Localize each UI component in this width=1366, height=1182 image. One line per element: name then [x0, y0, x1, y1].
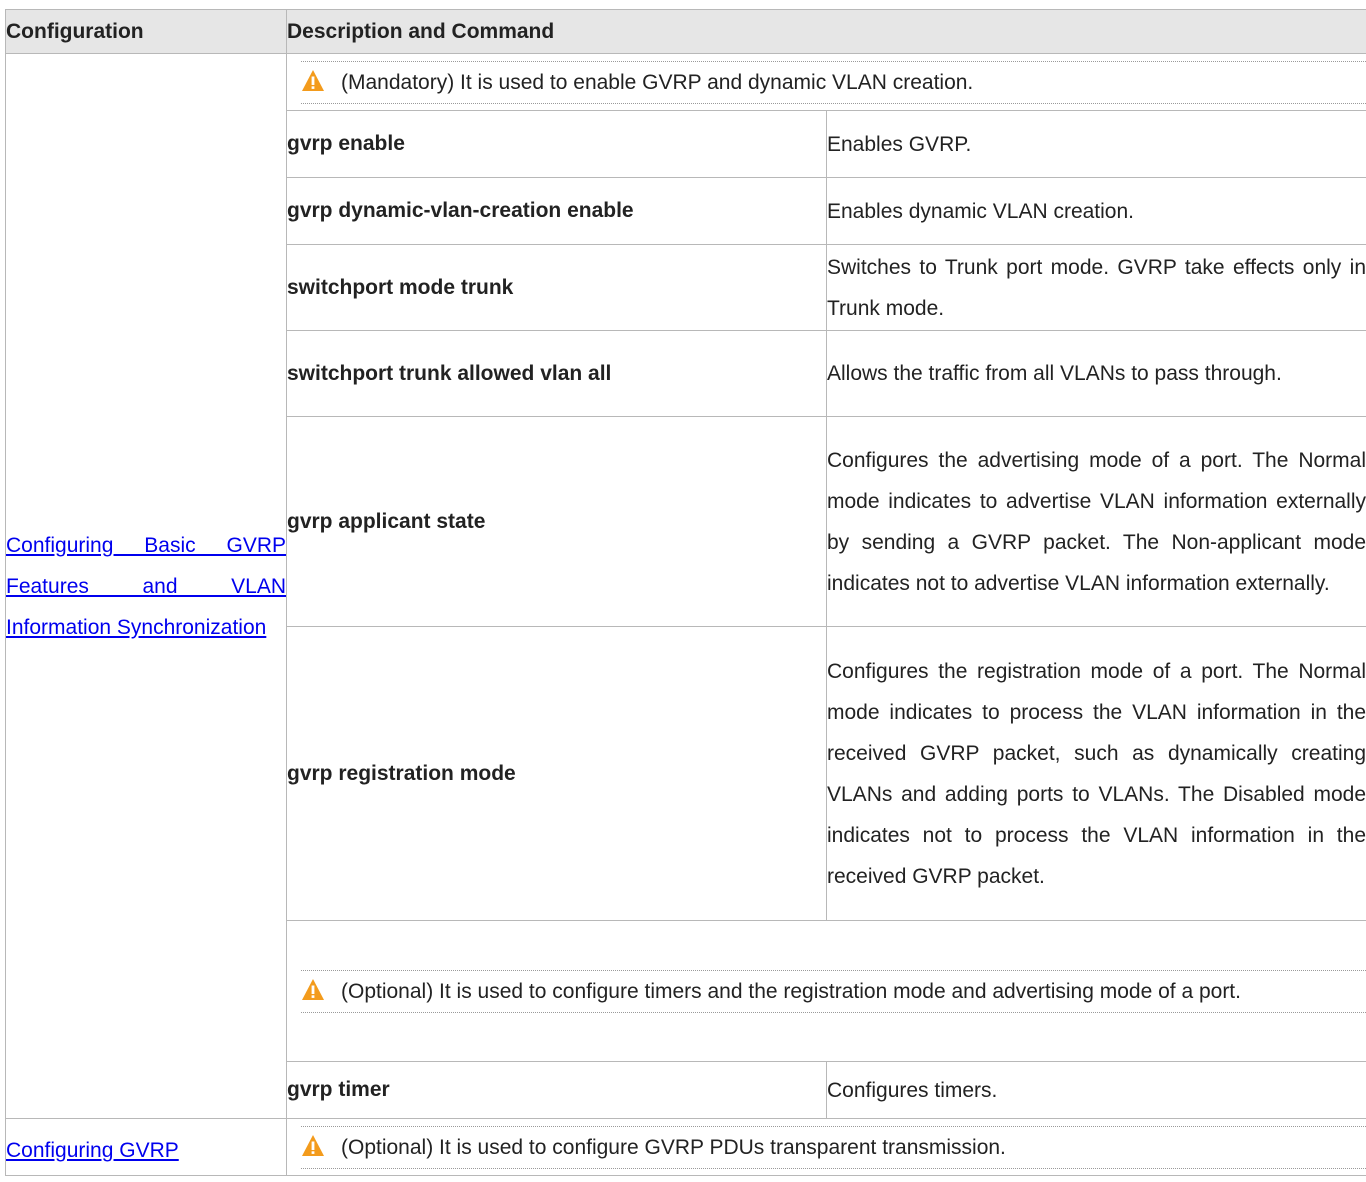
- warning-triangle-icon: [302, 70, 324, 91]
- optional-note-text: (Optional) It is used to configure timer…: [341, 980, 1241, 1003]
- mandatory-note: (Mandatory) It is used to enable GVRP an…: [301, 61, 1366, 104]
- pdu-optional-note-cell: (Optional) It is used to configure GVRP …: [285, 1118, 1366, 1176]
- link-configuring-basic-gvrp[interactable]: Configuring Basic GVRP Features and VLAN…: [6, 534, 286, 639]
- warning-triangle-icon: [302, 1135, 324, 1156]
- description-gvrp-registration-mode: Configures the registration mode of a po…: [825, 626, 1366, 921]
- description-switchport-trunk-allowed: Allows the traffic from all VLANs to pas…: [825, 330, 1366, 417]
- table-header-row: Configuration Description and Command: [5, 9, 1366, 54]
- header-description-and-command: Description and Command: [285, 9, 1366, 54]
- mandatory-note-cell: (Mandatory) It is used to enable GVRP an…: [285, 53, 1366, 111]
- config-cell-basic-gvrp: Configuring Basic GVRP Features and VLAN…: [5, 53, 287, 1119]
- link-configuring-gvrp[interactable]: Configuring GVRP: [6, 1139, 179, 1162]
- table-row: Configuring GVRP (Optional) It is used t…: [5, 1118, 1366, 1176]
- warning-triangle-icon: [302, 979, 324, 1000]
- description-switchport-mode-trunk: Switches to Trunk port mode. GVRP take e…: [825, 244, 1366, 331]
- optional-note-cell: (Optional) It is used to configure timer…: [285, 920, 1366, 1062]
- configuration-table: Configuration Description and Command Co…: [5, 9, 1366, 1176]
- header-configuration: Configuration: [5, 9, 287, 54]
- description-gvrp-applicant-state: Configures the advertising mode of a por…: [825, 416, 1366, 627]
- pdu-optional-note-text: (Optional) It is used to configure GVRP …: [341, 1136, 1006, 1159]
- command-gvrp-dynamic-vlan-creation: gvrp dynamic-vlan-creation enable: [286, 177, 827, 245]
- description-gvrp-dynamic-vlan-creation: Enables dynamic VLAN creation.: [825, 177, 1366, 245]
- description-gvrp-timer: Configures timers.: [825, 1061, 1366, 1119]
- description-gvrp-enable: Enables GVRP.: [825, 110, 1366, 178]
- mandatory-note-text: (Mandatory) It is used to enable GVRP an…: [341, 71, 974, 94]
- table-row: Configuring Basic GVRP Features and VLAN…: [5, 53, 1366, 1119]
- config-cell-gvrp-pdu: Configuring GVRP: [5, 1118, 287, 1176]
- command-switchport-trunk-allowed: switchport trunk allowed vlan all: [286, 330, 827, 417]
- command-gvrp-enable: gvrp enable: [286, 110, 827, 178]
- command-gvrp-applicant-state: gvrp applicant state: [286, 416, 827, 627]
- optional-note: (Optional) It is used to configure timer…: [301, 970, 1366, 1013]
- command-gvrp-registration-mode: gvrp registration mode: [286, 626, 827, 921]
- pdu-optional-note: (Optional) It is used to configure GVRP …: [301, 1126, 1366, 1169]
- command-switchport-mode-trunk: switchport mode trunk: [286, 244, 827, 331]
- command-gvrp-timer: gvrp timer: [286, 1061, 827, 1119]
